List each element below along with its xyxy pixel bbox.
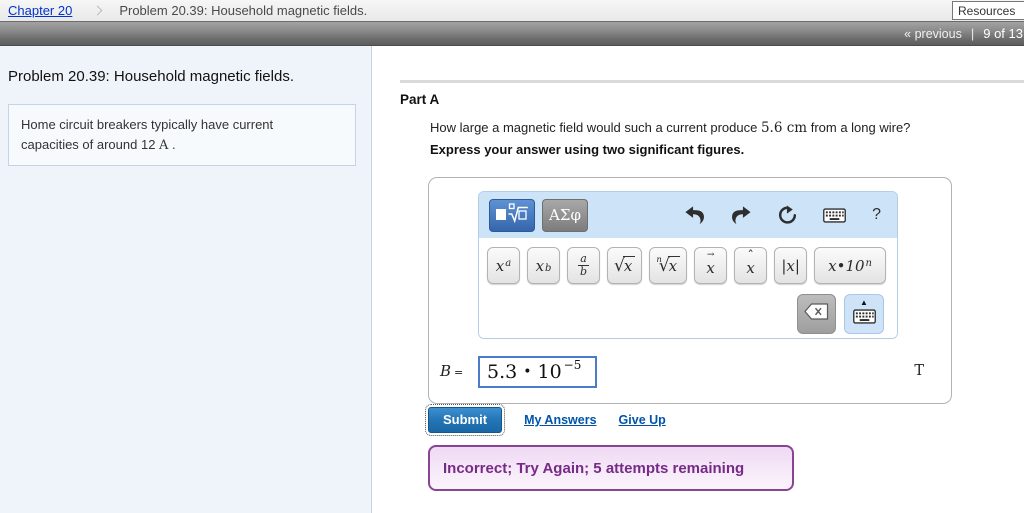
- answer-unit: T: [914, 363, 924, 379]
- radicand: x: [667, 256, 681, 275]
- submit-row: Submit My Answers Give Up: [424, 404, 666, 436]
- answer-variable: B =: [440, 362, 463, 380]
- feedback-message: Incorrect; Try Again; 5 attempts remaini…: [443, 459, 745, 477]
- scientific-notation-button[interactable]: x • 10 n: [814, 247, 886, 284]
- feedback-box: Incorrect; Try Again; 5 attempts remaini…: [428, 445, 794, 491]
- key-sup: a: [505, 258, 512, 269]
- question-text: How large a magnetic field would such a …: [430, 120, 910, 136]
- palette-bottom-row: ▲: [797, 294, 884, 334]
- nav-separator: |: [970, 26, 975, 41]
- radicand: x: [622, 256, 636, 275]
- equals-sign: =: [454, 366, 464, 379]
- redo-icon[interactable]: [731, 205, 752, 225]
- breadcrumb-chevron-icon: [92, 5, 103, 16]
- keyboard-icon[interactable]: [823, 207, 846, 223]
- question-post: from a long wire?: [807, 120, 911, 135]
- keyboard-toggle-icon: [852, 309, 876, 329]
- palette-body: xa xb ab √ x n √ x → x ˆx |x| x • 10 n ▲: [479, 238, 897, 338]
- question-pre: How large a magnetic field would such a …: [430, 120, 761, 135]
- fraction-denominator: b: [577, 265, 590, 278]
- key-sup: n: [865, 258, 872, 269]
- key-text: |x|: [781, 256, 800, 275]
- item-position: 9 of 13: [983, 26, 1023, 41]
- backspace-button[interactable]: [797, 294, 836, 334]
- key-base: x: [706, 258, 715, 277]
- superscript-button[interactable]: xa: [487, 247, 520, 284]
- give-up-link[interactable]: Give Up: [619, 413, 666, 427]
- answer-row: B = 5.3 • 10 −5 T: [429, 354, 951, 390]
- backspace-icon: [804, 303, 829, 325]
- help-icon[interactable]: ?: [872, 206, 881, 224]
- part-divider: [400, 80, 1024, 83]
- undo-icon[interactable]: [684, 205, 705, 225]
- answer-mantissa: 5.3: [487, 361, 518, 383]
- unit-vector-button[interactable]: ˆx: [734, 247, 768, 284]
- answer-exponent: −5: [563, 358, 582, 372]
- intro-post: .: [168, 136, 176, 152]
- templates-icon: [495, 202, 529, 229]
- reset-icon[interactable]: [778, 205, 797, 225]
- key-base: x: [828, 256, 837, 275]
- chapter-link[interactable]: Chapter 20: [8, 3, 72, 18]
- math-palette: ΑΣφ ? x a x b a b √ x n √ x → x ˆ x |x| …: [478, 191, 898, 339]
- problem-intro-box: Home circuit breakers typically have cur…: [8, 104, 356, 166]
- hat-accent: ˆ: [747, 248, 754, 264]
- key-base: x: [495, 256, 505, 275]
- variable-b: B: [440, 362, 452, 380]
- main-panel: Part A How large a magnetic field would …: [372, 46, 1024, 513]
- templates-button[interactable]: [489, 198, 535, 232]
- answer-box: ΑΣφ ? x a x b a b √ x n √ x → x ˆ x |x| …: [428, 177, 952, 404]
- subscript-button[interactable]: xb: [527, 247, 560, 284]
- answer-dot: •: [523, 364, 532, 380]
- key-base: x: [535, 256, 545, 275]
- palette-header: ΑΣφ ?: [479, 192, 897, 238]
- my-answers-link[interactable]: My Answers: [524, 413, 596, 427]
- part-a-label: Part A: [400, 92, 440, 107]
- vector-button[interactable]: → x: [694, 247, 728, 284]
- question-value: 5.6 cm: [760, 120, 808, 136]
- root-index: n: [656, 254, 662, 265]
- submit-button[interactable]: Submit: [424, 404, 506, 436]
- absolute-value-button[interactable]: |x|: [774, 247, 808, 284]
- answer-base: 10: [537, 361, 562, 383]
- key-dot: •: [836, 256, 846, 275]
- keyboard-toggle-button[interactable]: ▲: [844, 294, 884, 334]
- item-nav-bar: « previous | 9 of 13: [0, 21, 1024, 46]
- toggle-up-arrow-icon: ▲: [860, 298, 868, 307]
- square-root-button[interactable]: √ x: [607, 247, 643, 284]
- fraction-button[interactable]: ab: [567, 247, 600, 284]
- problem-title: Problem 20.39: Household magnetic fields…: [8, 68, 294, 85]
- palette-keys-row: xa xb ab √ x n √ x → x ˆx |x| x • 10 n: [487, 247, 886, 284]
- greek-symbols-button[interactable]: ΑΣφ: [542, 198, 588, 232]
- problem-intro-text: Home circuit breakers typically have cur…: [21, 115, 306, 155]
- nth-root-button[interactable]: n √ x: [649, 247, 688, 284]
- key-ten: 10: [845, 256, 865, 275]
- breadcrumb: Chapter 20 Problem 20.39: Household magn…: [0, 0, 1024, 21]
- page-title: Problem 20.39: Household magnetic fields…: [119, 3, 368, 18]
- fraction-numerator: a: [580, 252, 587, 266]
- vector-accent: →: [706, 249, 715, 260]
- intro-pre: Home circuit breakers typically have cur…: [21, 117, 274, 152]
- palette-toolbar-icons: ?: [684, 205, 887, 225]
- problem-sidebar: Problem 20.39: Household magnetic fields…: [0, 46, 372, 513]
- key-sub: b: [545, 263, 552, 274]
- resources-dropdown[interactable]: Resources: [952, 1, 1024, 20]
- answer-instruction: Express your answer using two significan…: [430, 142, 745, 157]
- answer-input[interactable]: 5.3 • 10 −5: [478, 356, 597, 388]
- previous-link[interactable]: « previous: [904, 27, 962, 41]
